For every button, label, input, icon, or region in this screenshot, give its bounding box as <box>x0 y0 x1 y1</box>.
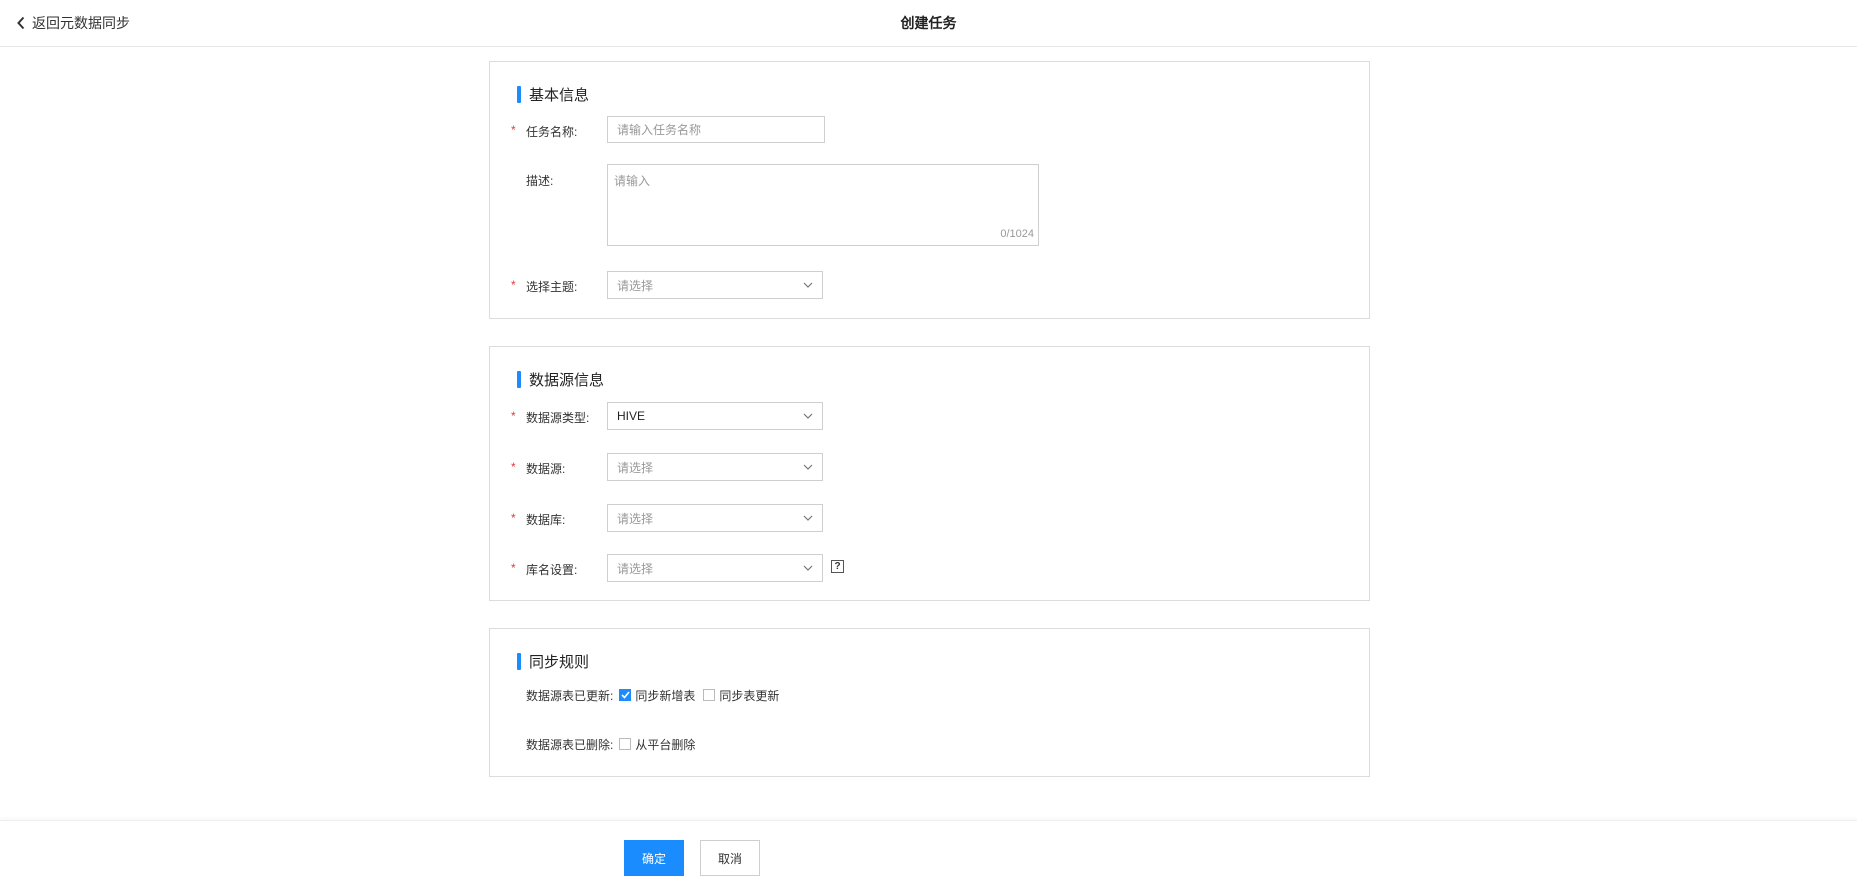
top-bar: 返回元数据同步 创建任务 <box>0 0 1857 47</box>
required-mark: * <box>511 409 516 423</box>
dbname-setting-value: 请选择 <box>617 561 654 576</box>
dbname-setting-label: 库名设置: <box>526 563 578 577</box>
delete-from-platform-label: 从平台删除 <box>635 737 696 752</box>
datasource-type-label: 数据源类型: <box>526 411 590 425</box>
chevron-down-icon <box>803 282 813 288</box>
sync-rules-heading: 同步规则 <box>517 651 589 672</box>
delete-from-platform-checkbox[interactable]: 从平台删除 <box>619 736 695 753</box>
topic-select[interactable]: 请选择 <box>607 271 823 299</box>
section-accent-bar <box>517 86 521 103</box>
topic-label: 选择主题: <box>526 280 578 294</box>
cancel-button[interactable]: 取消 <box>700 840 760 876</box>
sync-new-table-checkbox[interactable]: 同步新增表 <box>619 687 695 704</box>
topic-select-value: 请选择 <box>617 278 654 293</box>
database-label: 数据库: <box>526 513 566 527</box>
sync-rules-title: 同步规则 <box>529 654 590 671</box>
checkbox-box <box>619 738 632 750</box>
datasource-panel: 数据源信息 * 数据源类型: HIVE * 数据源: 请选择 * 数据库: 请选… <box>489 346 1370 601</box>
check-icon <box>621 691 630 699</box>
datasource-title: 数据源信息 <box>529 372 605 389</box>
basic-info-title: 基本信息 <box>529 87 590 104</box>
checkbox-box <box>703 689 716 701</box>
description-label: 描述: <box>526 174 554 188</box>
datasource-type-value: HIVE <box>617 409 646 423</box>
basic-info-panel: 基本信息 * 任务名称: 请输入任务名称 描述: 请输入 0/1024 * 选择… <box>489 61 1370 319</box>
chevron-down-icon <box>803 464 813 470</box>
datasource-heading: 数据源信息 <box>517 369 604 390</box>
help-icon[interactable]: ? <box>831 560 844 573</box>
basic-info-heading: 基本信息 <box>517 84 589 105</box>
description-placeholder: 请输入 <box>614 174 651 188</box>
confirm-button[interactable]: 确定 <box>624 840 684 876</box>
required-mark: * <box>511 561 516 575</box>
datasource-label: 数据源: <box>526 462 566 476</box>
sync-new-table-label: 同步新增表 <box>635 688 696 703</box>
chevron-down-icon <box>803 413 813 419</box>
dbname-setting-select[interactable]: 请选择 <box>607 554 823 582</box>
datasource-select[interactable]: 请选择 <box>607 453 823 481</box>
required-mark: * <box>511 511 516 525</box>
task-name-input[interactable]: 请输入任务名称 <box>607 116 825 143</box>
table-updated-label: 数据源表已更新: <box>526 688 614 703</box>
sync-table-update-checkbox[interactable]: 同步表更新 <box>703 687 779 704</box>
required-mark: * <box>511 278 516 292</box>
chevron-down-icon <box>803 515 813 521</box>
section-accent-bar <box>517 371 521 388</box>
description-textarea[interactable]: 请输入 0/1024 <box>607 164 1039 246</box>
description-char-counter: 0/1024 <box>1000 228 1034 240</box>
required-mark: * <box>511 460 516 474</box>
required-mark: * <box>511 123 516 137</box>
section-accent-bar <box>517 653 521 670</box>
task-name-placeholder: 请输入任务名称 <box>617 123 702 137</box>
table-deleted-label: 数据源表已删除: <box>526 737 614 752</box>
chevron-down-icon <box>803 565 813 571</box>
checkbox-box <box>619 689 632 701</box>
sync-rules-panel: 同步规则 数据源表已更新: 同步新增表 同步表更新 数据源表已删除: 从平台删除 <box>489 628 1370 777</box>
page-title: 创建任务 <box>900 15 957 31</box>
database-select[interactable]: 请选择 <box>607 504 823 532</box>
database-select-value: 请选择 <box>617 511 654 526</box>
footer-bar: 确定 取消 <box>0 820 1857 890</box>
sync-table-update-label: 同步表更新 <box>719 688 780 703</box>
datasource-type-select[interactable]: HIVE <box>607 402 823 430</box>
task-name-label: 任务名称: <box>526 125 578 139</box>
datasource-select-value: 请选择 <box>617 460 654 475</box>
